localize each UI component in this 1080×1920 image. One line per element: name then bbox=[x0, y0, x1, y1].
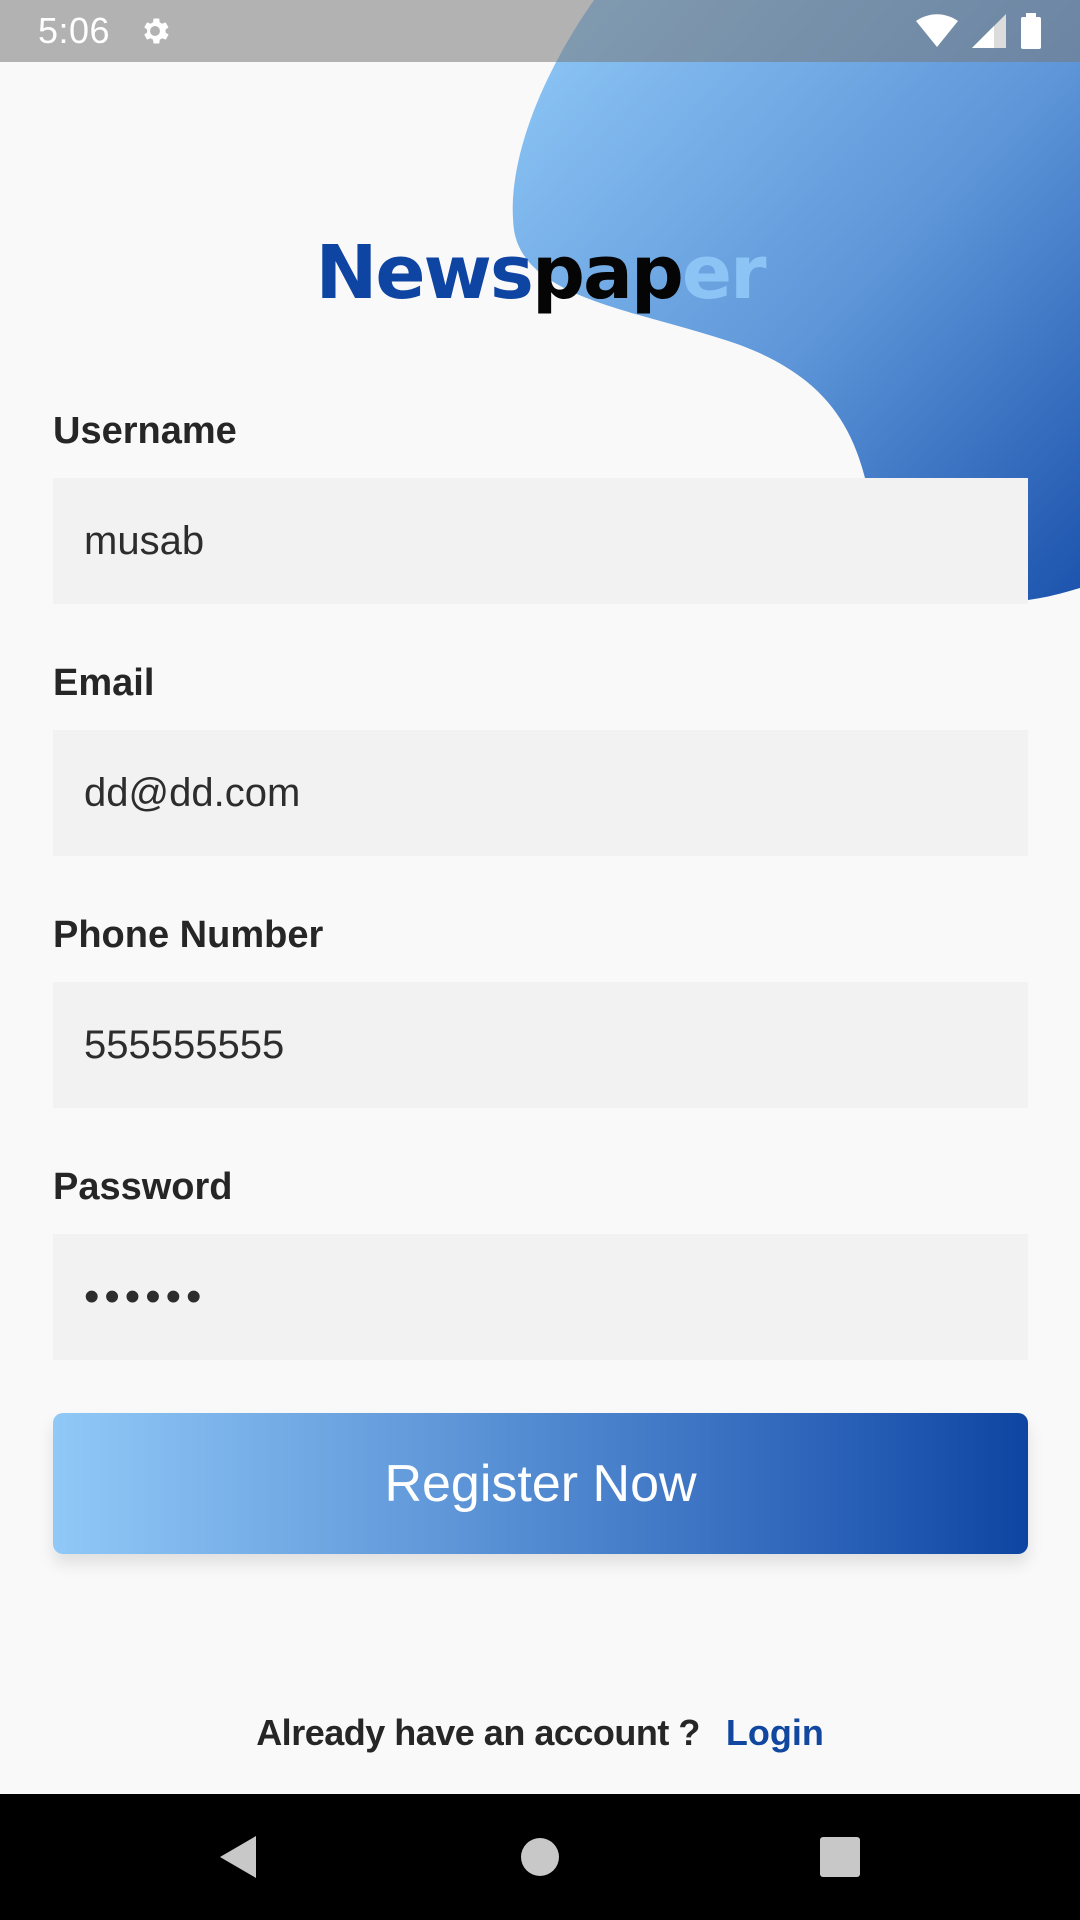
username-label: Username bbox=[53, 410, 237, 452]
status-bar: 5:06 bbox=[0, 0, 1080, 62]
phone-field[interactable]: 555555555 bbox=[53, 982, 1028, 1108]
login-link[interactable]: Login bbox=[726, 1712, 824, 1754]
register-button-label: Register Now bbox=[384, 1454, 697, 1513]
app-title-part-er: er bbox=[681, 230, 767, 316]
password-field[interactable]: •••••• bbox=[53, 1234, 1028, 1360]
navigation-bar bbox=[0, 1794, 1080, 1920]
signal-icon bbox=[972, 14, 1006, 48]
app-title-part-news: News bbox=[315, 230, 534, 316]
back-icon[interactable] bbox=[214, 1832, 264, 1882]
app-title-part-pap: pap bbox=[531, 230, 684, 316]
email-field[interactable]: dd@dd.com bbox=[53, 730, 1028, 856]
recents-icon[interactable] bbox=[815, 1832, 865, 1882]
home-icon[interactable] bbox=[515, 1832, 565, 1882]
email-label: Email bbox=[53, 662, 155, 704]
status-time: 5:06 bbox=[38, 10, 111, 51]
register-button[interactable]: Register Now bbox=[53, 1413, 1028, 1554]
phone-value: 555555555 bbox=[84, 1022, 285, 1067]
password-label: Password bbox=[53, 1166, 233, 1208]
email-value: dd@dd.com bbox=[84, 770, 301, 815]
app-title: Newspaper bbox=[0, 236, 1080, 310]
phone-label: Phone Number bbox=[53, 914, 324, 956]
username-field[interactable]: musab bbox=[53, 478, 1028, 604]
username-value: musab bbox=[84, 518, 205, 563]
battery-icon bbox=[1021, 13, 1041, 49]
password-value: •••••• bbox=[84, 1272, 207, 1321]
wifi-icon bbox=[916, 14, 958, 47]
login-prompt-text: Already have an account ? bbox=[256, 1712, 700, 1753]
gear-icon bbox=[144, 18, 169, 44]
login-prompt: Already have an account ? Login bbox=[0, 1712, 1080, 1754]
